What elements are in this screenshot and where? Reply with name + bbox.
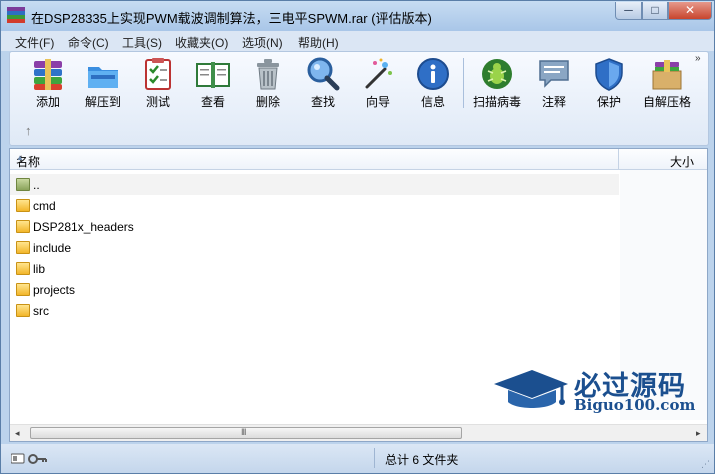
horizontal-scrollbar[interactable]: ◂ III ▸ [10,424,707,441]
parent-folder-icon [16,178,30,191]
folder-icon [16,241,30,254]
file-name: include [33,241,72,255]
file-name: lib [33,262,46,276]
test-button[interactable]: 测试 [130,54,186,110]
sfx-icon [652,60,682,90]
graduation-cap-icon [494,370,568,408]
scroll-left-arrow-icon[interactable]: ◂ [15,428,20,439]
file-name: src [33,304,49,318]
watermark-logo: 必过源码 Biguo100.com [492,362,697,418]
status-bar: 总计 6 文件夹 ⋰ [1,444,714,473]
menu-file[interactable]: 文件(F) [15,34,54,51]
file-list: 名称 ▲ 大小 .. cmd DSP281x_headers include l… [9,148,708,442]
column-name-header[interactable]: 名称 ▲ [10,149,619,169]
folder-icon [16,220,30,233]
scrollbar-thumb[interactable]: III [30,427,462,439]
delete-icon [257,59,279,90]
toolbar-more-chevron-icon[interactable]: » [695,53,701,64]
folder-icon [16,283,30,296]
status-summary: 总计 6 文件夹 [385,453,459,467]
watermark-domain-text: Biguo100.com [574,396,696,414]
file-name: cmd [33,199,56,213]
comment-button[interactable]: 注释 [526,54,582,110]
close-button[interactable]: ✕ [668,2,712,20]
file-name: DSP281x_headers [33,220,134,234]
menu-options[interactable]: 选项(N) [242,34,283,51]
delete-button[interactable]: 删除 [240,54,296,110]
file-name: projects [33,283,76,297]
menu-tools[interactable]: 工具(S) [122,34,162,51]
virus-scan-icon [482,59,512,89]
menu-command[interactable]: 命令(C) [68,34,109,51]
view-icon [196,62,230,88]
list-item-folder[interactable]: lib [10,258,619,279]
window-title: 在DSP28335上实现PWM载波调制算法，三电平SPWM.rar (评估版本) [31,11,432,26]
status-separator [374,448,375,468]
test-icon [145,58,171,90]
add-button[interactable]: 添加 [20,54,76,110]
up-folder-arrow-icon[interactable]: ↑ [25,123,32,138]
protect-icon [595,58,623,91]
folder-icon [16,262,30,275]
toolbar: 添加 解压到 测试 查看 删除 查找 向导 信息 扫描病毒 注释 保护 自解压格… [9,51,709,146]
folder-icon [16,304,30,317]
column-header: 名称 ▲ 大小 [10,149,707,170]
find-icon [307,57,340,91]
wizard-button[interactable]: 向导 [350,54,406,110]
winrar-logo-icon [7,7,25,23]
list-item-folder[interactable]: cmd [10,195,619,216]
column-size-label: 大小 [670,155,695,169]
winrar-window: 在DSP28335上实现PWM载波调制算法，三电平SPWM.rar (评估版本)… [0,0,715,474]
info-icon [417,58,449,90]
resize-grip-icon[interactable]: ⋰ [701,459,710,470]
sfx-label: 自解压格 [642,95,691,109]
info-label: 信息 [420,95,445,109]
drive-key-icon[interactable] [11,452,47,466]
scroll-right-arrow-icon[interactable]: ▸ [696,428,701,439]
virus-scan-button[interactable]: 扫描病毒 [469,54,525,110]
protect-button[interactable]: 保护 [581,54,637,110]
extract-to-icon [88,67,118,88]
menu-help[interactable]: 帮助(H) [298,34,339,51]
find-button[interactable]: 查找 [295,54,351,110]
list-item-folder[interactable]: projects [10,279,619,300]
file-name: .. [33,178,40,192]
comment-icon [539,60,569,88]
sfx-button[interactable]: 自解压格 [639,54,695,110]
add-archive-icon [34,59,62,90]
list-item-folder[interactable]: DSP281x_headers [10,216,619,237]
list-item-folder[interactable]: src [10,300,619,321]
list-item-folder[interactable]: include [10,237,619,258]
extract-to-button[interactable]: 解压到 [75,54,131,110]
sort-ascending-icon: ▲ [16,153,24,162]
title-bar[interactable]: 在DSP28335上实现PWM载波调制算法，三电平SPWM.rar (评估版本)… [1,1,714,31]
list-item-parent[interactable]: .. [10,174,619,195]
scrollbar-grip-icon: III [241,427,246,437]
maximize-button[interactable]: □ [642,2,668,20]
minimize-button[interactable]: ─ [615,2,642,20]
menu-favorites[interactable]: 收藏夹(O) [175,34,228,51]
wizard-icon [365,58,392,89]
menu-bar: 文件(F) 命令(C) 工具(S) 收藏夹(O) 选项(N) 帮助(H) [1,31,714,51]
folder-icon [16,199,30,212]
info-button[interactable]: 信息 [405,54,461,110]
view-button[interactable]: 查看 [185,54,241,110]
